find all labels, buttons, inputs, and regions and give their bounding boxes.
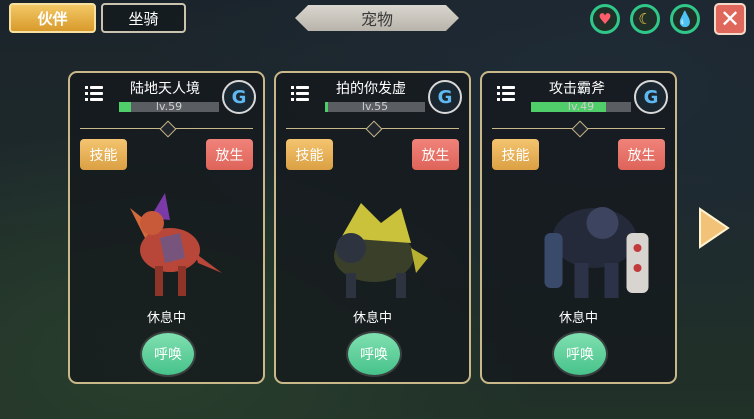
switch-icon[interactable]: G <box>428 80 462 114</box>
water-drop-icon: 💧 <box>675 10 695 28</box>
divider-ornament <box>159 120 176 138</box>
summon-button[interactable]: 呼唤 <box>348 333 400 375</box>
menu-icon[interactable] <box>291 86 309 102</box>
pet-dragon-image <box>130 193 222 296</box>
tab-mount[interactable]: 坐骑 <box>101 3 186 33</box>
menu-icon[interactable] <box>497 86 515 102</box>
divider-ornament <box>571 120 588 138</box>
next-page-arrow-icon[interactable] <box>697 207 731 249</box>
pet-card-1: 陆地天人境 lv.59 G 技能 放生 休息中 呼唤 <box>68 71 265 384</box>
pet-status: 休息中 <box>146 311 186 326</box>
release-button[interactable]: 放生 <box>206 139 253 170</box>
divider-ornament <box>365 120 382 138</box>
close-icon: ✕ <box>719 5 741 33</box>
pet-card-3: 攻击霸斧 lv.49 G 技能 放生 休息中 呼唤 <box>480 71 677 384</box>
pet-card-2: 拍的你发虚 lv.55 G 技能 放生 休息中 呼唤 <box>274 71 471 384</box>
pet-beast-image <box>334 203 428 298</box>
summon-button[interactable]: 呼唤 <box>142 333 194 375</box>
level-text: lv.55 <box>361 100 389 113</box>
card-header: 陆地天人境 lv.59 G <box>70 73 263 123</box>
card-header: 拍的你发虚 lv.55 G <box>276 73 469 123</box>
pet-name: 陆地天人境 <box>130 81 200 97</box>
water-button[interactable]: 💧 <box>670 4 700 34</box>
menu-icon[interactable] <box>85 86 103 102</box>
tab-partner[interactable]: 伙伴 <box>9 3 96 33</box>
pet-status: 休息中 <box>352 311 392 326</box>
skill-button[interactable]: 技能 <box>492 139 539 170</box>
switch-icon[interactable]: G <box>222 80 256 114</box>
skill-button[interactable]: 技能 <box>80 139 127 170</box>
page-title-text: 宠物 <box>360 10 393 29</box>
level-text: lv.49 <box>567 100 595 113</box>
release-button[interactable]: 放生 <box>618 139 665 170</box>
summon-button[interactable]: 呼唤 <box>554 333 606 375</box>
release-button[interactable]: 放生 <box>412 139 459 170</box>
skill-button[interactable]: 技能 <box>286 139 333 170</box>
pet-name: 拍的你发虚 <box>336 81 406 97</box>
level-text: lv.59 <box>155 100 183 113</box>
close-button[interactable]: ✕ <box>714 3 746 35</box>
page-title: 宠物 <box>295 5 459 31</box>
pet-name: 攻击霸斧 <box>549 81 605 97</box>
card-header: 攻击霸斧 lv.49 G <box>482 73 675 123</box>
heart-button[interactable]: ♥ <box>590 4 620 34</box>
pet-gorilla-image <box>544 207 649 298</box>
level-bar: lv.55 <box>325 100 425 113</box>
level-bar: lv.49 <box>531 100 631 113</box>
heart-icon: ♥ <box>598 10 612 28</box>
banana-icon: ☾ <box>638 10 652 28</box>
level-bar: lv.59 <box>119 100 219 113</box>
banana-button[interactable]: ☾ <box>630 4 660 34</box>
pet-status: 休息中 <box>558 311 598 326</box>
switch-icon[interactable]: G <box>634 80 668 114</box>
